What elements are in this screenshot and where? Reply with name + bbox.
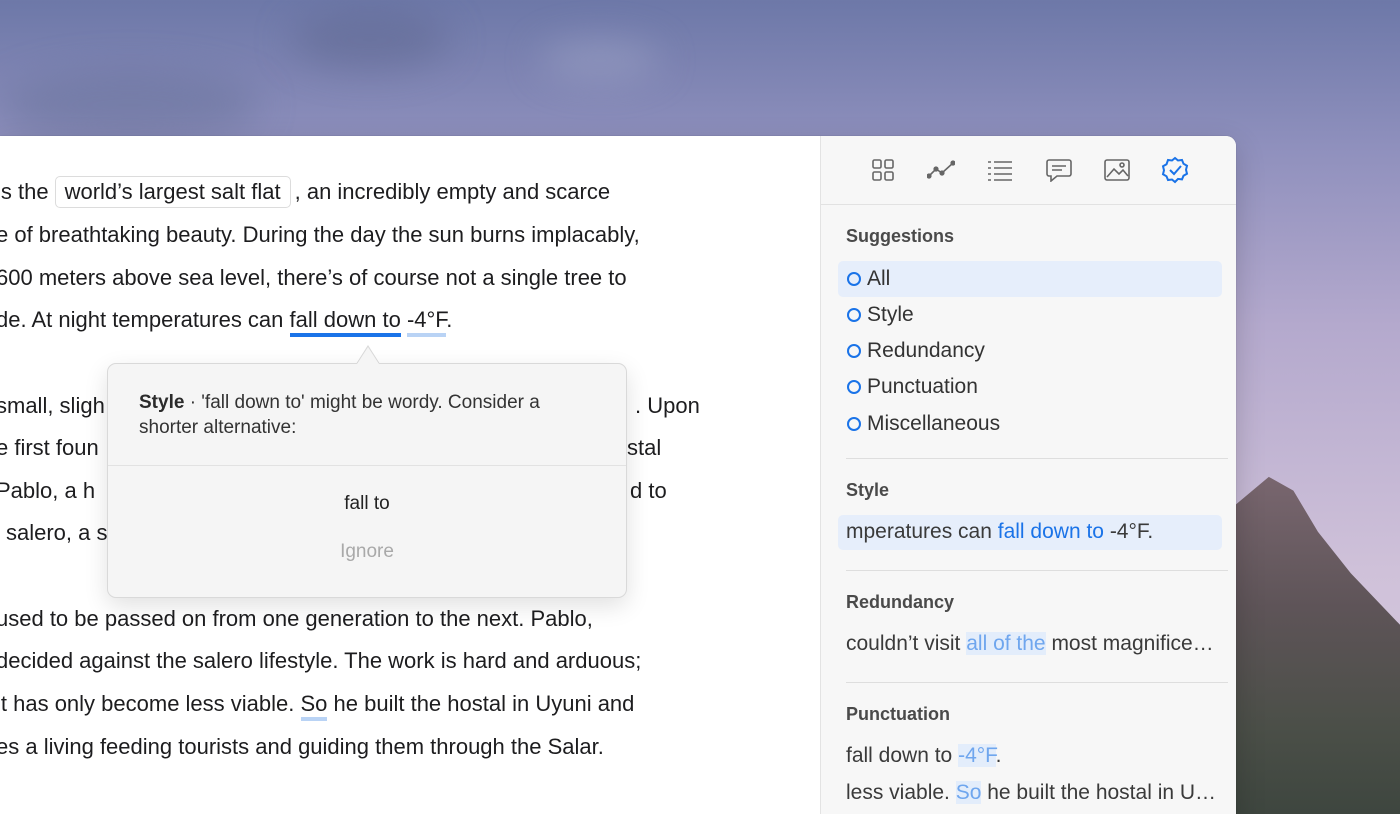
background-mountain bbox=[1236, 476, 1400, 814]
editor-line-fragment: Pablo, a h bbox=[0, 478, 96, 503]
image-icon[interactable] bbox=[1103, 156, 1131, 184]
check-badge-icon[interactable] bbox=[1161, 156, 1189, 184]
radio-icon bbox=[847, 344, 861, 358]
editor-line-fragment: d to bbox=[630, 478, 667, 503]
snippet-text: less viable. bbox=[846, 781, 956, 804]
editor-line: e of breathtaking beauty. During the day… bbox=[0, 222, 640, 247]
editor-line: lt has only become less viable. So he bu… bbox=[0, 689, 635, 721]
popover-category: Style bbox=[139, 392, 185, 413]
popover-divider bbox=[108, 465, 626, 466]
editor-line: de. At night temperatures can fall down … bbox=[0, 305, 453, 337]
suggestion-popover: Style · 'fall down to' might be wordy. C… bbox=[107, 363, 627, 598]
snippet-highlight: So bbox=[955, 781, 982, 804]
background-cloud bbox=[0, 70, 260, 140]
highlighted-phrase-chip[interactable]: world’s largest salt flat bbox=[54, 176, 291, 208]
punctuation-suggestion-snippet[interactable]: less viable. So he built the hostal in U… bbox=[846, 781, 1222, 805]
filter-redundancy[interactable]: Redundancy bbox=[838, 333, 1222, 369]
snippet-highlight: -4°F bbox=[958, 744, 996, 767]
sidebar-toolbar bbox=[821, 136, 1236, 205]
ignore-button[interactable]: Ignore bbox=[108, 541, 626, 563]
style-suggestion-snippet[interactable]: mperatures can fall down to -4°F. bbox=[846, 520, 1222, 544]
background-cloud bbox=[290, 10, 450, 70]
editor-line: 600 meters above sea level, there’s of c… bbox=[0, 265, 627, 290]
divider bbox=[846, 570, 1228, 571]
editor-line-fragment: salero, a s bbox=[6, 520, 108, 545]
suggestions-sidebar: Suggestions All Style Redundancy Punctua… bbox=[820, 136, 1236, 814]
editor-line: is the world’s largest salt flat, an incr… bbox=[0, 176, 610, 208]
snippet-text: . bbox=[995, 744, 1002, 767]
editor-line: decided against the salero lifestyle. Th… bbox=[0, 648, 642, 673]
radio-icon bbox=[847, 417, 861, 431]
filter-punctuation[interactable]: Punctuation bbox=[838, 369, 1222, 405]
comments-icon[interactable] bbox=[1045, 156, 1073, 184]
grid-icon[interactable] bbox=[869, 156, 897, 184]
flagged-phrase-style[interactable]: fall down to bbox=[289, 307, 401, 337]
flagged-phrase-punctuation[interactable]: -4°F bbox=[406, 307, 447, 337]
filter-label: Punctuation bbox=[867, 375, 978, 398]
filter-style[interactable]: Style bbox=[838, 297, 1222, 333]
divider bbox=[846, 458, 1228, 459]
radio-icon bbox=[847, 380, 861, 394]
snippet-highlight: all of the bbox=[966, 632, 1046, 655]
popover-message-text: · 'fall down to' might be wordy. Conside… bbox=[139, 392, 540, 438]
style-section-heading: Style bbox=[846, 480, 890, 500]
radio-icon bbox=[847, 308, 861, 322]
popover-arrow bbox=[357, 347, 379, 364]
text-run: de. At night temperatures can bbox=[0, 307, 290, 332]
punctuation-section-heading: Punctuation bbox=[846, 704, 950, 724]
text-run: is the bbox=[0, 179, 49, 204]
redundancy-suggestion-snippet[interactable]: couldn’t visit all of the most magnifice… bbox=[846, 632, 1222, 656]
popover-message: Style · 'fall down to' might be wordy. C… bbox=[139, 390, 599, 440]
filter-label: Miscellaneous bbox=[867, 412, 1001, 435]
suggestions-heading: Suggestions bbox=[846, 226, 955, 246]
editor-line: es a living feeding tourists and guiding… bbox=[0, 734, 604, 759]
filter-label: Redundancy bbox=[867, 339, 985, 362]
snippet-text: he built the hostal in U… bbox=[981, 781, 1217, 804]
text-run: , an incredibly empty and scarce bbox=[294, 179, 611, 204]
punctuation-suggestion-snippet[interactable]: fall down to -4°F. bbox=[846, 744, 1222, 768]
redundancy-section-heading: Redundancy bbox=[846, 592, 955, 612]
background-cloud bbox=[540, 40, 660, 80]
filter-miscellaneous[interactable]: Miscellaneous bbox=[838, 406, 1222, 442]
filter-all[interactable]: All bbox=[838, 261, 1222, 297]
snippet-highlight: fall down to bbox=[997, 520, 1104, 543]
snippet-text: couldn’t visit bbox=[846, 632, 967, 655]
flagged-phrase-punctuation[interactable]: So bbox=[300, 691, 328, 721]
accept-suggestion-button[interactable]: fall to bbox=[108, 493, 626, 515]
editor-line-fragment: small, sligh bbox=[0, 393, 105, 418]
filter-label: Style bbox=[867, 303, 914, 326]
divider bbox=[846, 682, 1228, 683]
radio-icon bbox=[847, 272, 861, 286]
snippet-text: -4°F. bbox=[1103, 520, 1154, 543]
text-run: lt has only become less viable. bbox=[0, 691, 301, 716]
text-run: he built the hostal in Uyuni and bbox=[327, 691, 635, 716]
editor-line-fragment: stal bbox=[627, 435, 662, 460]
editor-line-fragment: . Upon bbox=[635, 393, 700, 418]
editor-line: used to be passed on from one generation… bbox=[0, 606, 593, 631]
snippet-text: most magnifice… bbox=[1045, 632, 1214, 655]
outline-icon[interactable] bbox=[986, 156, 1014, 184]
stats-icon[interactable] bbox=[927, 156, 955, 184]
snippet-text: mperatures can bbox=[846, 520, 998, 543]
filter-label: All bbox=[867, 267, 891, 290]
text-run: . bbox=[446, 307, 453, 332]
snippet-text: fall down to bbox=[846, 744, 959, 767]
editor-line-fragment: e first foun bbox=[0, 435, 99, 460]
